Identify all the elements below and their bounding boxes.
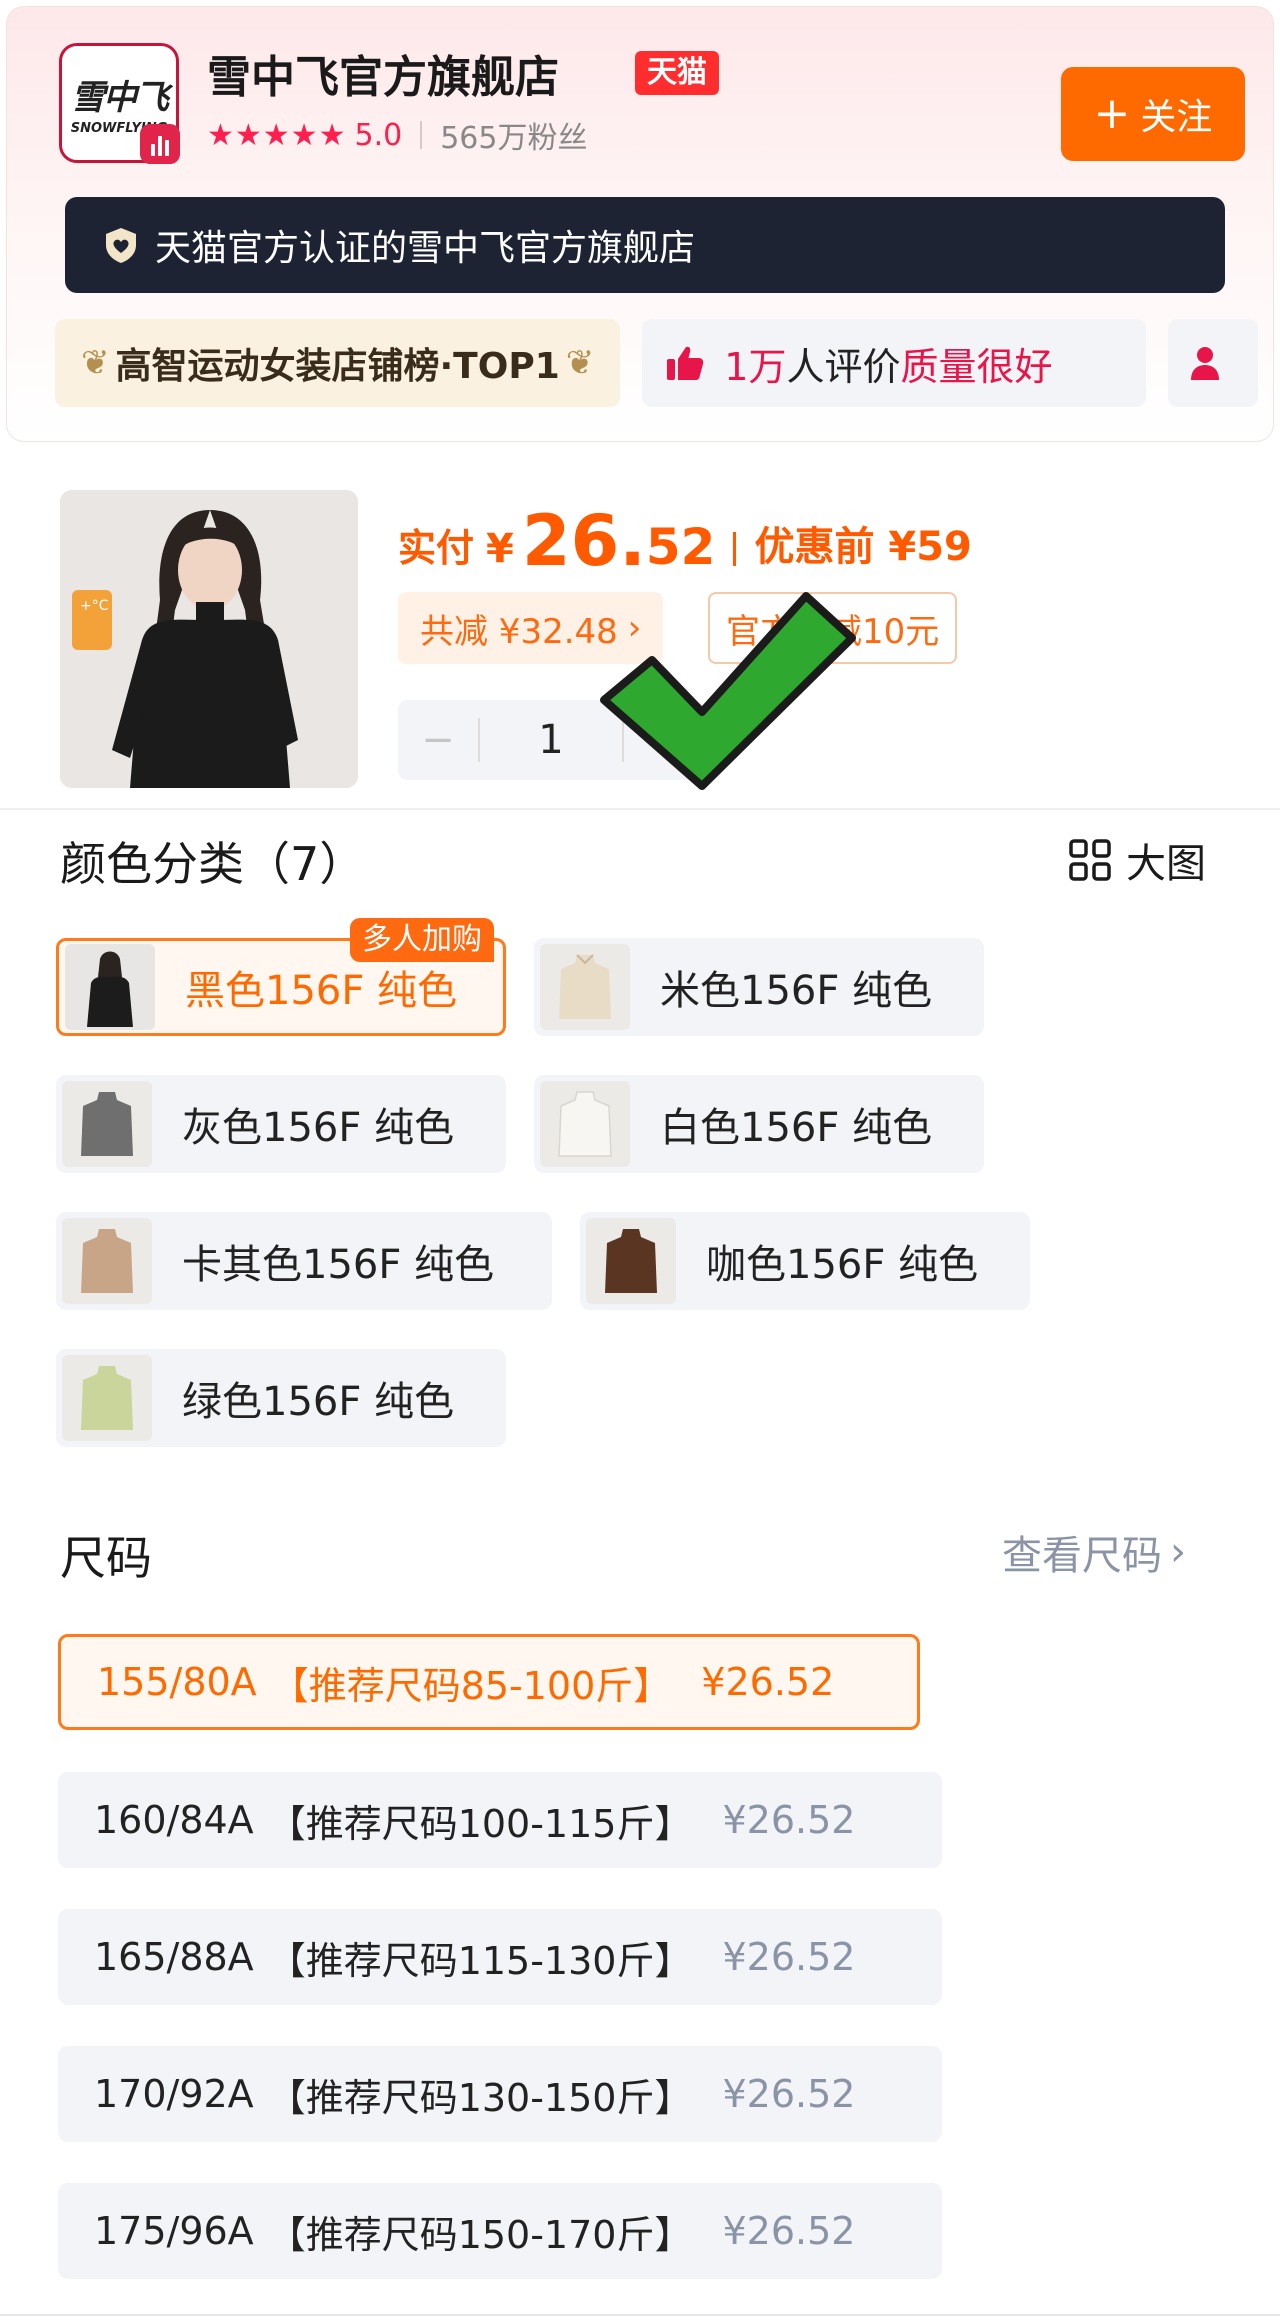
size-price: ¥26.52 (701, 1660, 835, 1704)
store-logo[interactable]: 雪中飞 SNOWFLYING (59, 43, 180, 164)
size-recommendation: 【推荐尺码85-100斤】 (270, 1663, 672, 1708)
checkmark-icon (600, 592, 856, 790)
size-section-title: 尺码 (60, 1531, 152, 1585)
color-option-label: 绿色156F 纯色 (182, 1379, 455, 1425)
fans-count: 565万粉丝 (440, 121, 588, 156)
size-recommendation: 【推荐尺码150-170斤】 (267, 2212, 693, 2257)
heart-shield-icon (106, 228, 136, 263)
divider (420, 121, 423, 149)
size-label: 155/80A (97, 1660, 257, 1704)
big-view-button[interactable]: 大图 (1068, 832, 1206, 888)
review-count: 1万 (724, 344, 787, 389)
size-label: 165/88A (94, 1935, 254, 1979)
rank-tag-label: 高智运动女装店铺榜·TOP1 (115, 346, 560, 387)
size-label: 175/96A (94, 2209, 254, 2253)
size-price: ¥26.52 (722, 2072, 856, 2116)
price-row: 实付 ¥ 26. 52 优惠前 ¥59 (398, 500, 972, 580)
product-image[interactable]: +°C (60, 490, 358, 788)
divider (0, 2314, 1280, 2316)
price-currency: ¥ (486, 526, 514, 572)
color-option-label: 灰色156F 纯色 (182, 1105, 455, 1151)
size-price: ¥26.52 (722, 2209, 856, 2253)
size-label: 170/92A (94, 2072, 254, 2116)
size-guide-label: 查看尺码 (1002, 1533, 1162, 1579)
price-decimal: 52 (645, 518, 716, 576)
color-option-white[interactable]: 白色156F 纯色 (534, 1075, 984, 1173)
size-price: ¥26.52 (722, 1798, 856, 1842)
size-price: ¥26.52 (722, 1935, 856, 1979)
size-recommendation: 【推荐尺码130-150斤】 (267, 2075, 693, 2120)
svg-text:+°C: +°C (80, 598, 109, 614)
size-recommendation: 【推荐尺码100-115斤】 (267, 1801, 693, 1846)
color-swatch-image (62, 1081, 152, 1167)
color-option-brown[interactable]: 咖色156F 纯色 (580, 1212, 1030, 1310)
quantity-decrease-button[interactable]: − (398, 717, 478, 763)
product-photo: +°C (60, 490, 358, 788)
grid-icon (1069, 839, 1111, 881)
size-option-170[interactable]: 170/92A 【推荐尺码130-150斤】 ¥26.52 (58, 2046, 942, 2142)
tmall-badge: 天猫 (635, 51, 719, 95)
size-option-165[interactable]: 165/88A 【推荐尺码115-130斤】 ¥26.52 (58, 1909, 942, 2005)
store-tags: ❦ 高智运动女装店铺榜·TOP1 ❦ 1万 人评价 质量很好 (55, 319, 1259, 407)
size-option-155[interactable]: 155/80A 【推荐尺码85-100斤】 ¥26.52 (58, 1634, 920, 1730)
color-swatch-image (65, 944, 155, 1030)
color-option-khaki[interactable]: 卡其色156F 纯色 (56, 1212, 552, 1310)
popular-badge: 多人加购 (350, 918, 494, 962)
discount-text: 共减 ¥32.48 (420, 611, 618, 652)
color-option-green[interactable]: 绿色156F 纯色 (56, 1349, 506, 1447)
color-option-label: 米色156F 纯色 (660, 968, 933, 1014)
size-recommendation: 【推荐尺码115-130斤】 (267, 1938, 693, 1983)
divider (0, 808, 1280, 810)
color-swatch-image (62, 1355, 152, 1441)
color-swatch-image (540, 1081, 630, 1167)
color-swatch-image (62, 1218, 152, 1304)
store-header: 雪中飞 SNOWFLYING 雪中飞官方旗舰店 天猫 ★★★★★ 5.0 565… (6, 6, 1274, 442)
follow-button[interactable]: + 关注 (1061, 67, 1245, 161)
color-option-label: 卡其色156F 纯色 (182, 1242, 495, 1288)
review-tag[interactable]: 1万 人评价 质量很好 (642, 319, 1147, 407)
laurel-left-icon: ❦ (81, 343, 110, 383)
color-option-gray[interactable]: 灰色156F 纯色 (56, 1075, 506, 1173)
rating-score: 5.0 (354, 117, 403, 153)
big-view-label: 大图 (1126, 841, 1206, 887)
color-option-label: 黑色156F 纯色 (185, 968, 458, 1014)
color-swatch-image (586, 1218, 676, 1304)
next-tag[interactable] (1168, 319, 1259, 407)
price-integer: 26. (521, 500, 646, 582)
logo-text: 雪中飞 (71, 78, 169, 118)
rating-stars-icon: ★★★★★ (207, 117, 347, 153)
chevron-right-icon: › (1170, 1529, 1186, 1575)
plus-icon: + (1093, 88, 1131, 139)
follow-label: 关注 (1140, 97, 1213, 138)
size-option-160[interactable]: 160/84A 【推荐尺码100-115斤】 ¥26.52 (58, 1772, 942, 1868)
laurel-right-icon: ❦ (565, 343, 595, 383)
store-name[interactable]: 雪中飞官方旗舰店 (207, 41, 559, 105)
store-rating: ★★★★★ 5.0 565万粉丝 (207, 115, 588, 157)
color-swatch-image (540, 944, 630, 1030)
color-section-title: 颜色分类（7） (60, 837, 366, 891)
certification-bar[interactable]: 天猫官方认证的雪中飞官方旗舰店 (65, 197, 1225, 293)
divider (733, 532, 737, 566)
user-icon (1191, 347, 1220, 380)
color-option-label: 白色156F 纯色 (660, 1105, 933, 1151)
size-guide-link[interactable]: 查看尺码 › (1002, 1524, 1186, 1580)
thumbs-up-icon (667, 346, 704, 380)
review-quality: 质量很好 (900, 344, 1053, 389)
certification-text: 天猫官方认证的雪中飞官方旗舰店 (155, 228, 696, 269)
original-price: 优惠前 ¥59 (754, 524, 972, 570)
review-mid-text: 人评价 (786, 344, 901, 389)
size-label: 160/84A (94, 1798, 254, 1842)
rank-tag[interactable]: ❦ 高智运动女装店铺榜·TOP1 ❦ (55, 319, 621, 407)
size-option-175[interactable]: 175/96A 【推荐尺码150-170斤】 ¥26.52 (58, 2183, 942, 2279)
color-option-beige[interactable]: 米色156F 纯色 (534, 938, 984, 1036)
price-label: 实付 (398, 526, 475, 570)
color-option-label: 咖色156F 纯色 (706, 1242, 979, 1288)
live-bars-icon (140, 124, 180, 164)
